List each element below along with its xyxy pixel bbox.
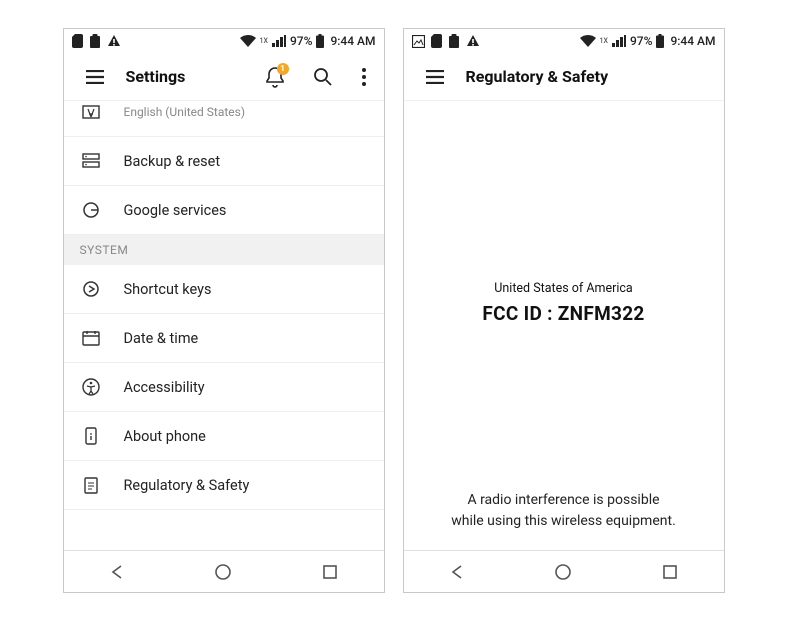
nav-back-button[interactable] bbox=[427, 551, 487, 592]
nav-home-button[interactable] bbox=[533, 551, 593, 592]
warning-icon bbox=[107, 34, 121, 48]
page-title: Settings bbox=[126, 67, 186, 86]
list-item-google-services[interactable]: Google services bbox=[64, 186, 384, 235]
accessibility-icon bbox=[80, 376, 102, 398]
phone-settings: 1X 97% 9:44 AM Settings 1 bbox=[63, 28, 385, 593]
notice-line-1: A radio interference is possible bbox=[467, 492, 659, 508]
list-item-regulatory-safety[interactable]: Regulatory & Safety bbox=[64, 461, 384, 510]
status-bar: 1X 97% 9:44 AM bbox=[404, 29, 724, 53]
wifi-icon bbox=[580, 35, 596, 47]
regulatory-content: United States of America FCC ID : ZNFM32… bbox=[404, 101, 724, 550]
clipboard-icon bbox=[89, 34, 101, 48]
list-item-accessibility[interactable]: Accessibility bbox=[64, 363, 384, 412]
list-item-backup-reset[interactable]: Backup & reset bbox=[64, 137, 384, 186]
backup-reset-icon bbox=[80, 150, 102, 172]
image-icon bbox=[412, 35, 425, 48]
app-bar: Settings 1 bbox=[64, 53, 384, 101]
nav-back-button[interactable] bbox=[87, 551, 147, 592]
sim-card-icon bbox=[431, 34, 442, 48]
search-button[interactable] bbox=[306, 60, 340, 94]
list-item-label: Backup & reset bbox=[124, 153, 221, 170]
notice-line-2: while using this wireless equipment. bbox=[451, 513, 676, 529]
navigation-bar bbox=[404, 550, 724, 592]
settings-list[interactable]: English (United States) Backup & reset G… bbox=[64, 101, 384, 550]
list-item-language[interactable]: English (United States) bbox=[64, 101, 384, 137]
regulatory-icon bbox=[80, 474, 102, 496]
network-label: 1X bbox=[260, 37, 268, 45]
section-header-system: SYSTEM bbox=[64, 235, 384, 265]
shortcut-keys-icon bbox=[80, 278, 102, 300]
hamburger-icon[interactable] bbox=[78, 60, 112, 94]
list-item-label: Shortcut keys bbox=[124, 281, 212, 298]
list-item-shortcut-keys[interactable]: Shortcut keys bbox=[64, 265, 384, 314]
info-icon bbox=[80, 425, 102, 447]
date-time-icon bbox=[80, 327, 102, 349]
warning-icon bbox=[466, 34, 480, 48]
signal-icon bbox=[272, 35, 286, 47]
nav-home-button[interactable] bbox=[193, 551, 253, 592]
clipboard-icon bbox=[448, 34, 460, 48]
list-item-label: Accessibility bbox=[124, 379, 205, 396]
notifications-button[interactable]: 1 bbox=[258, 60, 292, 94]
navigation-bar bbox=[64, 550, 384, 592]
language-icon bbox=[80, 101, 102, 123]
notification-badge: 1 bbox=[277, 63, 289, 75]
wifi-icon bbox=[240, 35, 256, 47]
battery-text: 97% bbox=[630, 34, 652, 48]
nav-recent-button[interactable] bbox=[300, 551, 360, 592]
nav-recent-button[interactable] bbox=[640, 551, 700, 592]
battery-text: 97% bbox=[290, 34, 312, 48]
list-item-date-time[interactable]: Date & time bbox=[64, 314, 384, 363]
page-title: Regulatory & Safety bbox=[466, 67, 609, 86]
list-item-label: Date & time bbox=[124, 330, 199, 347]
list-item-sublabel: English (United States) bbox=[124, 105, 246, 119]
interference-notice: A radio interference is possible while u… bbox=[421, 490, 706, 550]
clock-text: 9:44 AM bbox=[670, 34, 715, 48]
app-bar: Regulatory & Safety bbox=[404, 53, 724, 101]
network-label: 1X bbox=[600, 37, 608, 45]
list-item-label: Google services bbox=[124, 202, 227, 219]
sim-card-icon bbox=[72, 34, 83, 48]
fcc-id-label: FCC ID : ZNFM322 bbox=[482, 302, 644, 325]
hamburger-icon[interactable] bbox=[418, 60, 452, 94]
overflow-menu-button[interactable] bbox=[354, 60, 374, 94]
status-bar: 1X 97% 9:44 AM bbox=[64, 29, 384, 53]
list-item-label: Regulatory & Safety bbox=[124, 477, 250, 494]
battery-icon bbox=[656, 34, 664, 48]
clock-text: 9:44 AM bbox=[330, 34, 375, 48]
country-label: United States of America bbox=[494, 281, 632, 296]
signal-icon bbox=[612, 35, 626, 47]
google-icon bbox=[80, 199, 102, 221]
phone-regulatory: 1X 97% 9:44 AM Regulatory & Safety Unite… bbox=[403, 28, 725, 593]
list-item-label: About phone bbox=[124, 428, 206, 445]
battery-icon bbox=[316, 34, 324, 48]
list-item-about-phone[interactable]: About phone bbox=[64, 412, 384, 461]
